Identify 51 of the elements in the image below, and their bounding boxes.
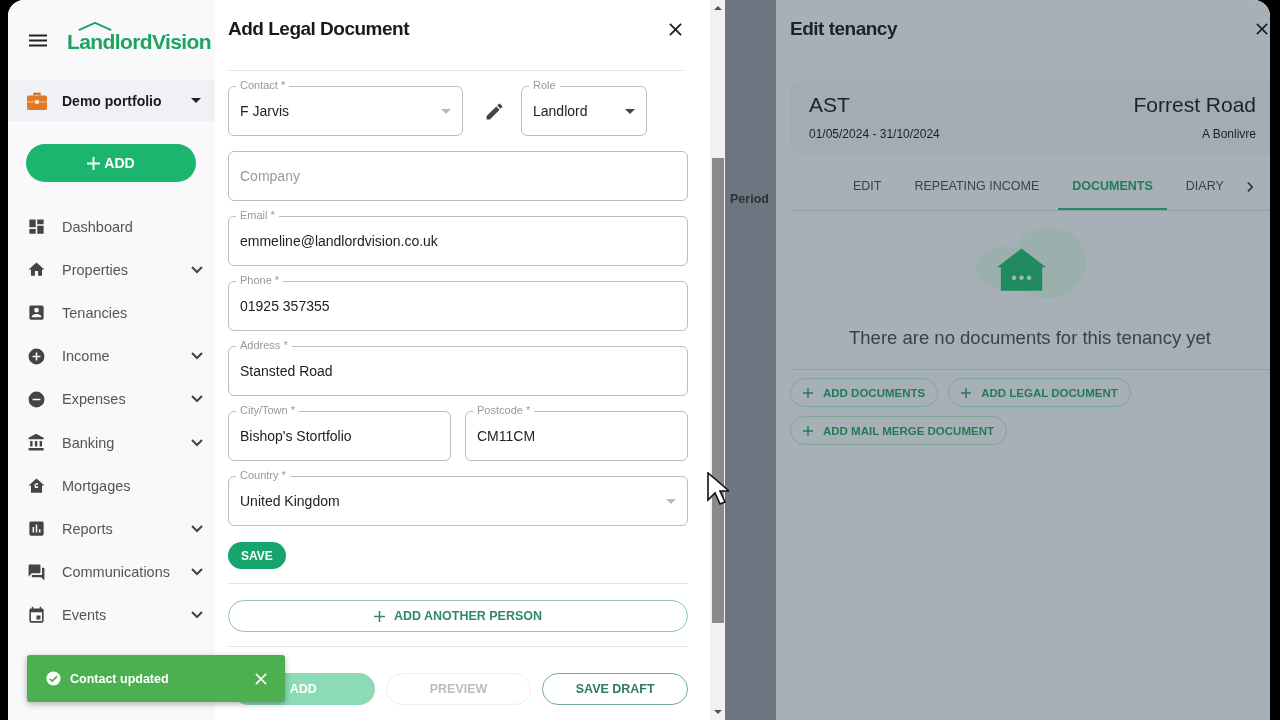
- property-name: Forrest Road: [1133, 93, 1256, 117]
- tenancy-dates: 01/05/2024 - 31/10/2024: [809, 127, 940, 141]
- scrollbar[interactable]: [710, 0, 725, 720]
- nav-item[interactable]: Properties: [8, 248, 215, 292]
- contact-card-icon: [27, 303, 46, 323]
- add-another-person-button[interactable]: ADD ANOTHER PERSON: [228, 600, 688, 632]
- column-header: Period: [730, 192, 769, 206]
- plus-icon: [961, 387, 972, 398]
- nav-item[interactable]: Events: [8, 593, 215, 637]
- close-icon[interactable]: [1256, 23, 1268, 35]
- nav-item[interactable]: Communications: [8, 550, 215, 594]
- menu-icon[interactable]: [29, 33, 47, 47]
- plus-icon: [87, 156, 101, 170]
- nav-item[interactable]: Mortgages: [8, 464, 215, 508]
- tenancy-type: AST: [809, 93, 850, 117]
- scroll-down-icon[interactable]: [713, 710, 722, 714]
- nav-item[interactable]: Expenses: [8, 377, 215, 421]
- dialog-title: Add Legal Document: [228, 18, 409, 40]
- nav-item[interactable]: Dashboard: [8, 205, 215, 249]
- tab[interactable]: EDIT: [839, 164, 896, 210]
- portfolio-selector[interactable]: Demo portfolio: [8, 80, 215, 121]
- roof-icon: [77, 22, 113, 31]
- calendar-icon: [27, 605, 46, 625]
- scroll-up-icon[interactable]: [713, 6, 722, 10]
- plus-icon: [803, 387, 813, 398]
- nav-item[interactable]: Reports: [8, 507, 215, 551]
- save-draft-button[interactable]: SAVE DRAFT: [542, 673, 688, 705]
- bank-icon: [27, 433, 46, 453]
- bar-chart-icon: [27, 519, 46, 539]
- toast: Contact updated: [27, 655, 285, 702]
- nav-item[interactable]: Income: [8, 334, 215, 378]
- dashboard-icon: [27, 217, 46, 237]
- close-icon[interactable]: [669, 22, 682, 36]
- nav-item[interactable]: Banking: [8, 420, 215, 465]
- dropdown-arrow-icon: [441, 108, 451, 114]
- tenant-name: A Bonlivre: [1201, 127, 1256, 141]
- plus-icon: [373, 610, 385, 622]
- empty-message: There are no documents for this tenancy yet: [849, 327, 1211, 349]
- caret-icon: [191, 98, 201, 103]
- nav-item[interactable]: Tenancies: [8, 291, 215, 335]
- dropdown-arrow-icon: [625, 108, 635, 114]
- plus-icon: [803, 425, 813, 436]
- tab[interactable]: DIARY: [1171, 164, 1238, 210]
- check-circle-icon: [45, 670, 62, 687]
- briefcase-icon: [26, 90, 48, 111]
- house-pound-icon: [27, 476, 46, 496]
- panel-title: Edit tenancy: [790, 18, 897, 40]
- chevron-right-icon[interactable]: [1246, 181, 1254, 193]
- dropdown-arrow-icon: [666, 498, 676, 504]
- tab[interactable]: REPEATING INCOME: [900, 164, 1054, 210]
- chat-bubbles-icon: [27, 562, 46, 582]
